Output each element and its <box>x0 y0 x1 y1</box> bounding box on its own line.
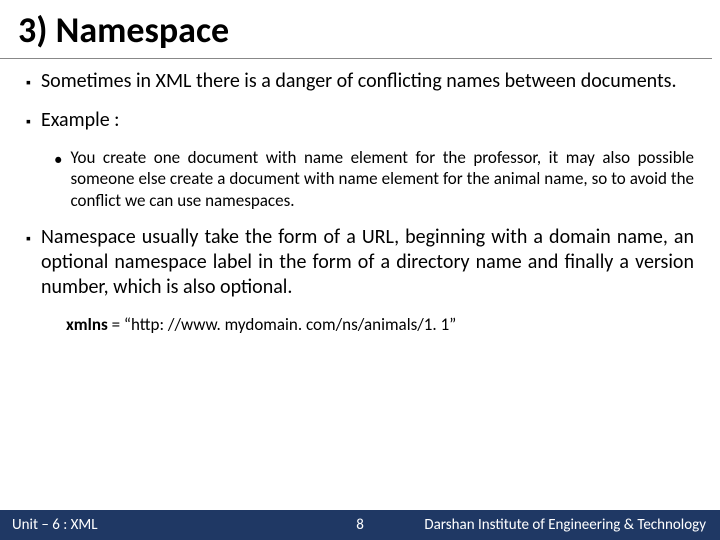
bullet-text: Example : <box>41 108 694 133</box>
footer-page-number: 8 <box>356 516 364 534</box>
bullet-item: ▪ Example : <box>26 108 694 133</box>
bullet-item: ▪ Sometimes in XML there is a danger of … <box>26 69 694 94</box>
bullet-text: Sometimes in XML there is a danger of co… <box>41 69 694 94</box>
sub-bullet-item: • You create one document with name elem… <box>54 147 694 211</box>
dot-bullet-icon: • <box>54 149 62 170</box>
slide-footer: Unit – 6 : XML 8 Darshan Institute of En… <box>0 510 720 540</box>
code-example: xmlns = “http: //www. mydomain. com/ns/a… <box>66 314 694 335</box>
slide-title: 3) Namespace <box>0 0 712 59</box>
footer-institute: Darshan Institute of Engineering & Techn… <box>424 516 720 534</box>
bullet-item: ▪ Namespace usually take the form of a U… <box>26 225 694 300</box>
footer-unit-label: Unit – 6 : XML <box>0 516 98 534</box>
sub-bullet-text: You create one document with name elemen… <box>70 147 694 211</box>
code-rest: = “http: //www. mydomain. com/ns/animals… <box>108 314 457 335</box>
bullet-text: Namespace usually take the form of a URL… <box>41 225 694 300</box>
code-keyword: xmlns <box>66 314 108 335</box>
square-bullet-icon: ▪ <box>26 230 31 248</box>
square-bullet-icon: ▪ <box>26 113 31 131</box>
square-bullet-icon: ▪ <box>26 74 31 92</box>
content-area: ▪ Sometimes in XML there is a danger of … <box>0 59 720 335</box>
